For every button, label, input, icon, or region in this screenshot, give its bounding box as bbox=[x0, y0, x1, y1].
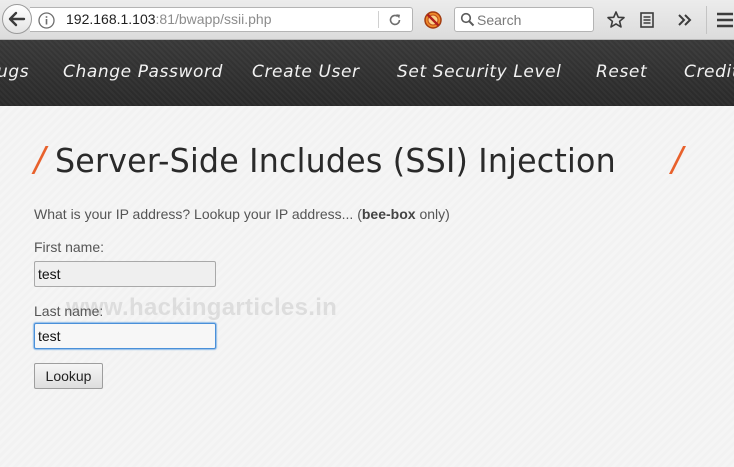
hamburger-menu-icon[interactable] bbox=[716, 11, 734, 33]
page-title-row: / Server-Side Includes (SSI) Injection / bbox=[34, 140, 683, 184]
back-arrow-icon bbox=[8, 11, 26, 27]
nav-item-reset[interactable]: Reset bbox=[596, 62, 647, 82]
toolbar-divider bbox=[706, 6, 707, 34]
url-path: :81/bwapp/ssii.php bbox=[155, 11, 272, 27]
site-navigation: ugs Change Password Create User Set Secu… bbox=[0, 40, 734, 106]
lookup-button[interactable]: Lookup bbox=[34, 363, 103, 389]
overflow-chevrons-icon[interactable] bbox=[677, 12, 693, 32]
reload-icon[interactable] bbox=[387, 12, 403, 32]
desc-prefix: What is your IP address? Lookup your IP … bbox=[34, 206, 362, 222]
url-host: 192.168.1.103 bbox=[66, 11, 156, 27]
star-icon[interactable] bbox=[606, 10, 626, 34]
page-title: Server-Side Includes (SSI) Injection bbox=[55, 140, 617, 180]
search-box[interactable] bbox=[454, 7, 594, 32]
extension-icon[interactable] bbox=[423, 10, 443, 34]
title-slash-right: / bbox=[671, 140, 683, 180]
last-name-input[interactable] bbox=[34, 323, 216, 349]
desc-suffix: only) bbox=[415, 206, 450, 222]
first-name-input[interactable] bbox=[34, 261, 216, 287]
info-icon[interactable] bbox=[38, 12, 55, 33]
first-name-label: First name: bbox=[34, 239, 105, 255]
nav-item-bugs[interactable]: ugs bbox=[0, 62, 29, 82]
back-button[interactable] bbox=[2, 4, 32, 34]
nav-item-credits[interactable]: Credit bbox=[684, 62, 734, 82]
search-input[interactable] bbox=[477, 10, 589, 29]
main-content: / Server-Side Includes (SSI) Injection / W… bbox=[0, 106, 734, 467]
nav-item-create-user[interactable]: Create User bbox=[252, 62, 360, 82]
nav-item-set-security-level[interactable]: Set Security Level bbox=[397, 62, 562, 82]
title-slash-left: / bbox=[34, 140, 46, 180]
search-icon bbox=[460, 12, 475, 31]
page-description: What is your IP address? Lookup your IP … bbox=[34, 206, 450, 222]
desc-bold: bee-box bbox=[361, 206, 416, 222]
url-text[interactable]: 192.168.1.103:81/bwapp/ssii.php bbox=[66, 11, 272, 27]
watermark: www.hackingarticles.in bbox=[66, 294, 338, 321]
reading-list-icon[interactable] bbox=[638, 10, 656, 34]
browser-toolbar: 192.168.1.103:81/bwapp/ssii.php bbox=[0, 0, 734, 40]
nav-item-change-password[interactable]: Change Password bbox=[63, 62, 223, 82]
url-bar[interactable]: 192.168.1.103:81/bwapp/ssii.php bbox=[30, 7, 413, 32]
url-divider bbox=[378, 11, 379, 28]
